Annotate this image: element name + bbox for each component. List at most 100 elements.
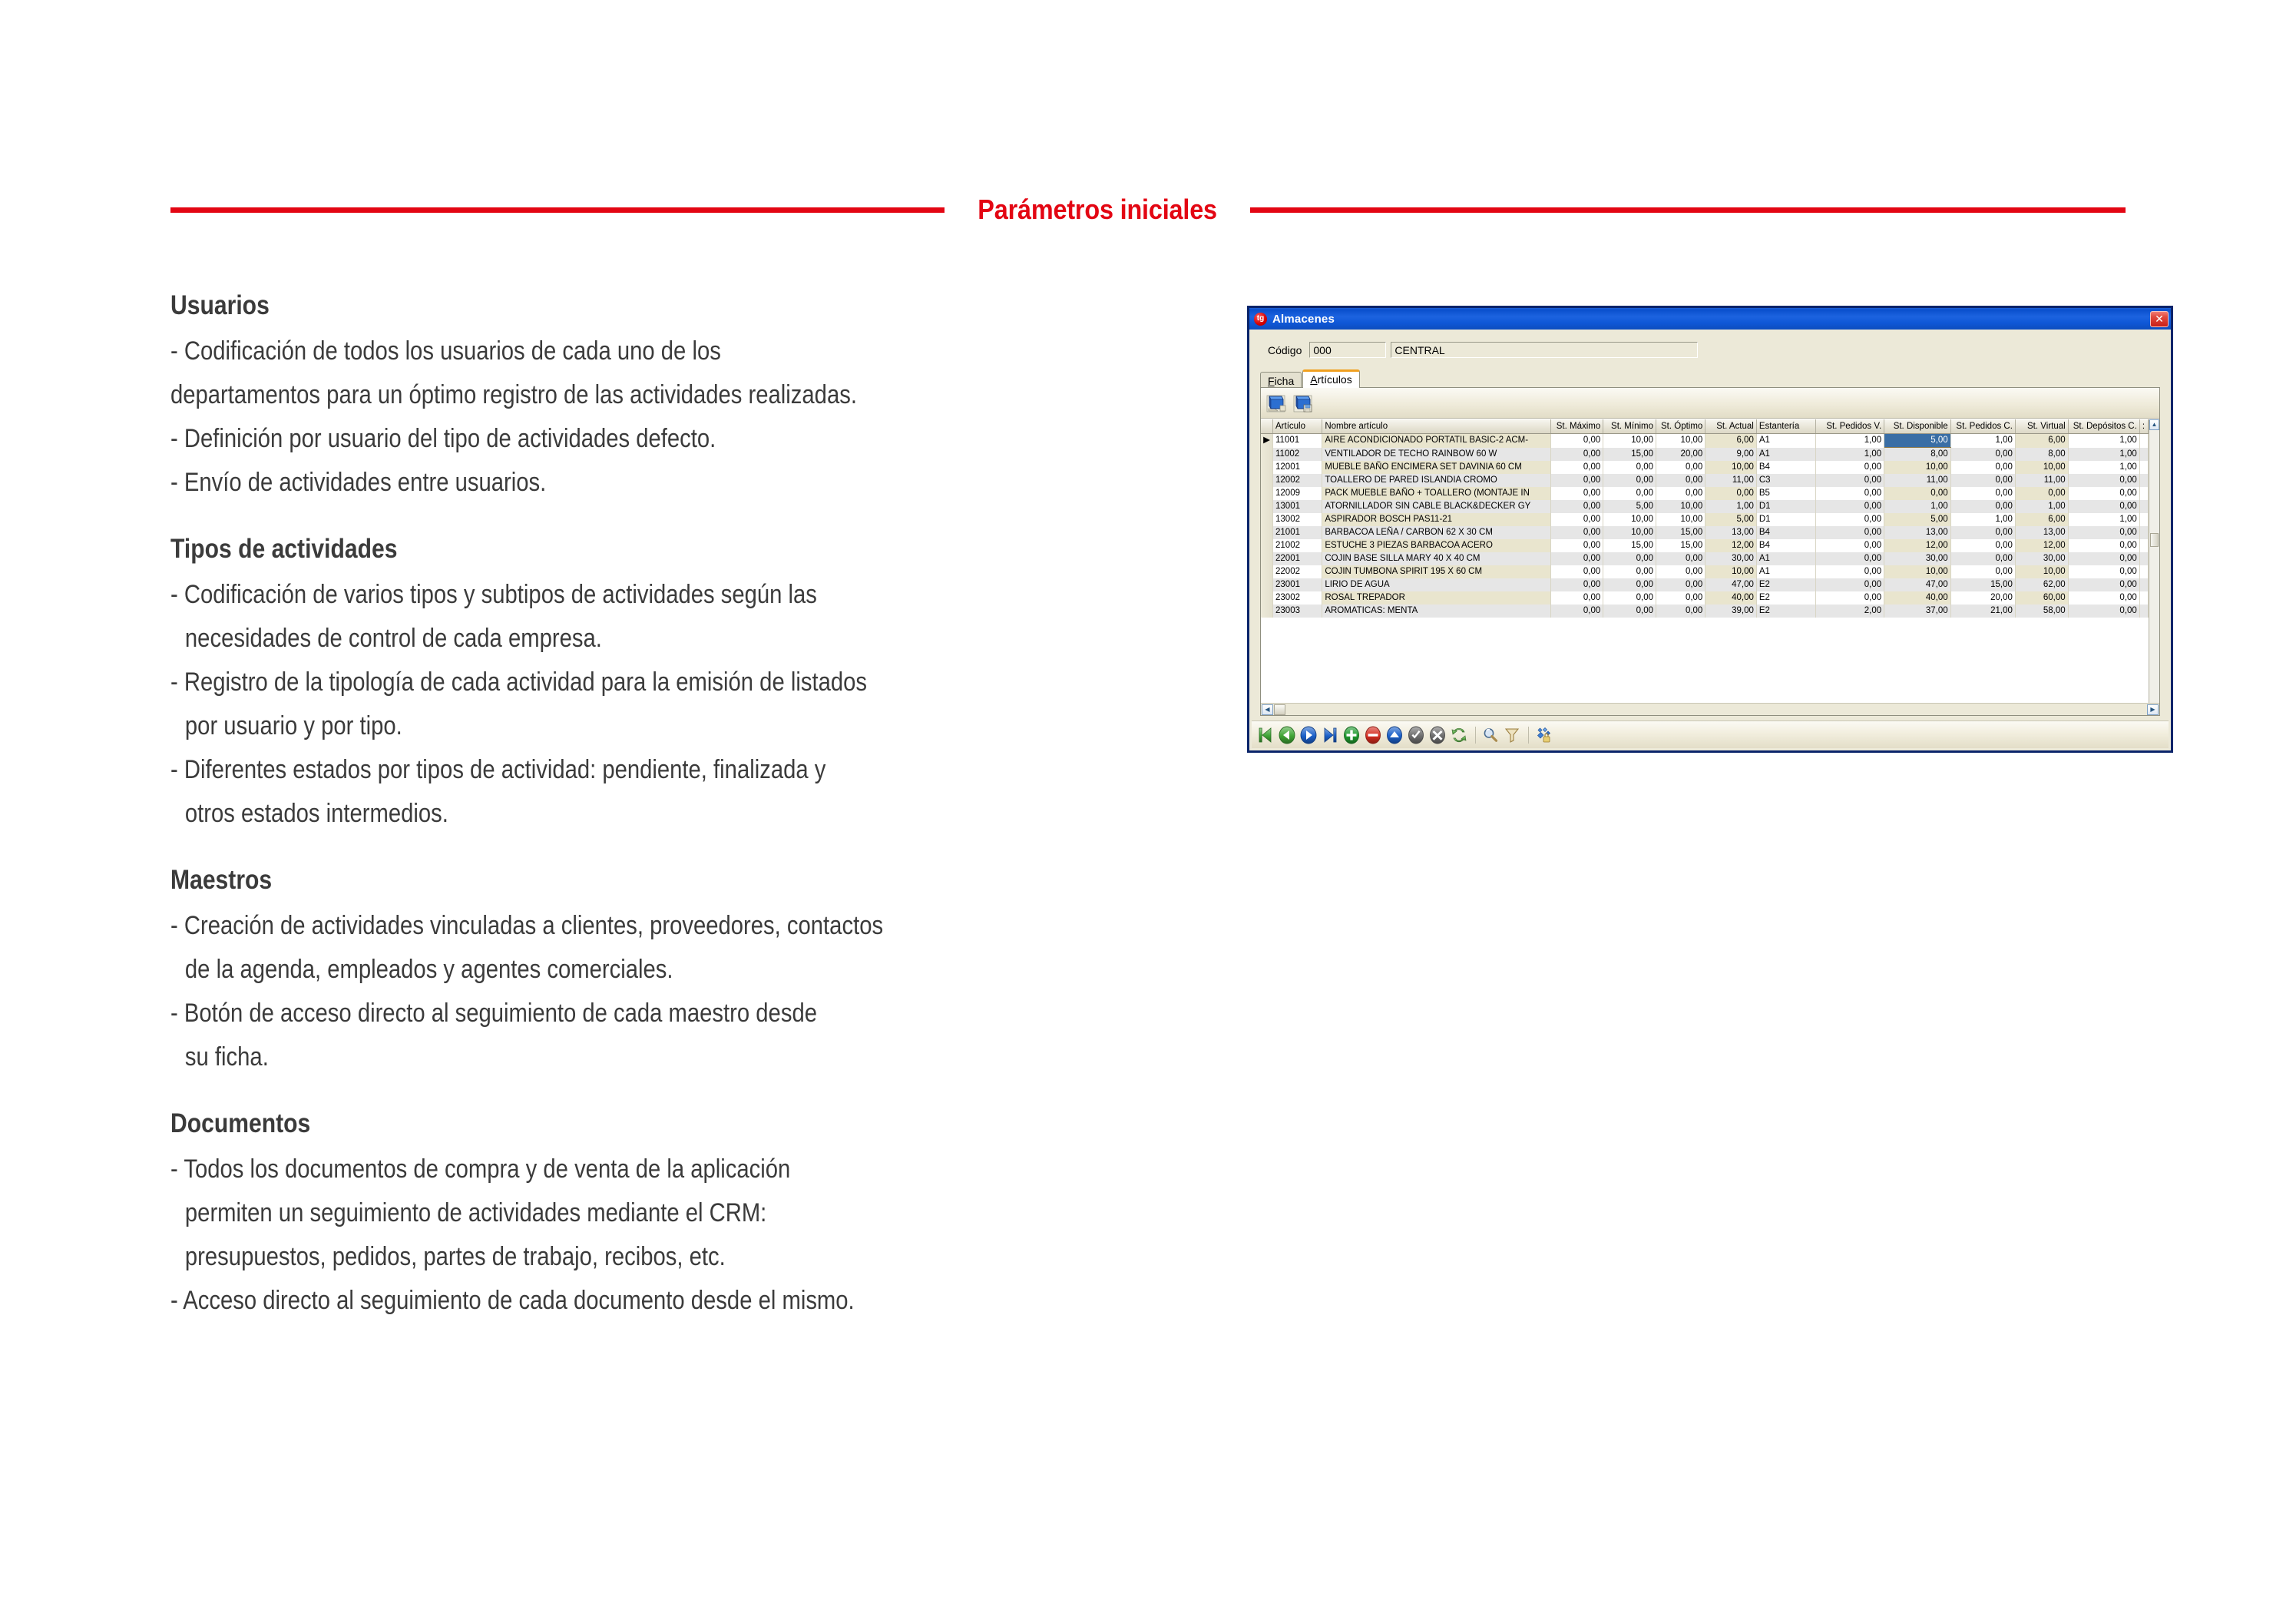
cell-pedc[interactable]: 0,00 (1950, 526, 2016, 539)
table-row[interactable]: 13001 ATORNILLADOR SIN CABLE BLACK&DECKER… (1261, 500, 2149, 513)
cell-min[interactable]: 0,00 (1603, 552, 1657, 565)
cell-est[interactable]: A1 (1756, 565, 1817, 578)
cell-depc[interactable]: 0,00 (2068, 474, 2140, 487)
cell-nom[interactable]: COJIN TUMBONA SPIRIT 195 X 60 CM (1322, 565, 1551, 578)
cell-pedc[interactable]: 20,00 (1950, 591, 2016, 605)
cell-nom[interactable]: BARBACOA LEÑA / CARBON 62 X 30 CM (1322, 526, 1551, 539)
edit-record-icon[interactable] (1385, 726, 1404, 744)
cell-max[interactable]: 0,00 (1550, 433, 1604, 448)
cell-pedc[interactable]: 0,00 (1950, 539, 2016, 552)
filter-icon[interactable] (1503, 726, 1521, 744)
book-save-icon[interactable] (1292, 392, 1315, 415)
cell-pedv[interactable]: 0,00 (1815, 513, 1885, 526)
cell-nom[interactable]: ESTUCHE 3 PIEZAS BARBACOA ACERO (1322, 539, 1551, 552)
cell-disp[interactable]: 37,00 (1884, 605, 1951, 618)
cell-tail[interactable] (2139, 591, 2149, 605)
cell-pedv[interactable]: 0,00 (1815, 578, 1885, 591)
cell-tail[interactable] (2139, 500, 2149, 513)
table-row[interactable]: 11002 VENTILADOR DE TECHO RAINBOW 60 W 0,0… (1261, 447, 2149, 461)
table-row[interactable]: 22001 COJIN BASE SILLA MARY 40 X 40 CM 0,0… (1261, 552, 2149, 565)
cell-min[interactable]: 10,00 (1603, 526, 1657, 539)
cell-nom[interactable]: ROSAL TREPADOR (1322, 591, 1551, 605)
horizontal-scroll-thumb[interactable] (1274, 704, 1285, 715)
cell-pedc[interactable]: 0,00 (1950, 474, 2016, 487)
cell-disp[interactable]: 0,00 (1884, 487, 1951, 500)
cell-virt[interactable]: 10,00 (2015, 461, 2069, 474)
cell-pedc[interactable]: 1,00 (1950, 433, 2016, 448)
cell-nom[interactable]: COJIN BASE SILLA MARY 40 X 40 CM (1322, 552, 1551, 565)
cell-nom[interactable]: ASPIRADOR BOSCH PAS11-21 (1322, 513, 1551, 526)
cell-max[interactable]: 0,00 (1550, 474, 1604, 487)
cell-est[interactable]: E2 (1756, 605, 1817, 618)
articulos-grid[interactable]: Artículo Nombre artículo St. Máximo St. Mín… (1261, 419, 2159, 715)
column-header-est[interactable]: Estantería (1756, 419, 1817, 434)
cell-depc[interactable]: 0,00 (2068, 526, 2140, 539)
book-edit-icon[interactable] (1265, 392, 1288, 415)
cell-depc[interactable]: 0,00 (2068, 539, 2140, 552)
cell-disp[interactable]: 12,00 (1884, 539, 1951, 552)
cell-art[interactable]: 12001 (1272, 461, 1323, 474)
cell-max[interactable]: 0,00 (1550, 591, 1604, 605)
cancel-record-icon[interactable] (1428, 726, 1447, 744)
column-header-opt[interactable]: St. Óptimo (1656, 419, 1706, 434)
cell-est[interactable]: E2 (1756, 578, 1817, 591)
table-row[interactable]: 12001 MUEBLE BAÑO ENCIMERA SET DAVINIA 60… (1261, 461, 2149, 474)
cell-art[interactable]: 13002 (1272, 513, 1323, 526)
cell-opt[interactable]: 10,00 (1656, 433, 1706, 448)
first-record-icon[interactable] (1256, 726, 1275, 744)
cell-pedv[interactable]: 2,00 (1815, 605, 1885, 618)
cell-pedv[interactable]: 0,00 (1815, 565, 1885, 578)
cell-pedc[interactable]: 0,00 (1950, 447, 2016, 461)
cell-min[interactable]: 10,00 (1603, 433, 1657, 448)
cell-disp[interactable]: 47,00 (1884, 578, 1951, 591)
cell-act[interactable]: 9,00 (1705, 447, 1757, 461)
refresh-icon[interactable] (1450, 726, 1468, 744)
cell-min[interactable]: 0,00 (1603, 565, 1657, 578)
cell-est[interactable]: B4 (1756, 539, 1817, 552)
column-header-nom[interactable]: Nombre artículo (1322, 419, 1551, 434)
cell-min[interactable]: 0,00 (1603, 578, 1657, 591)
tab-ficha[interactable]: Ficha (1260, 372, 1302, 387)
cell-est[interactable]: E2 (1756, 591, 1817, 605)
cell-act[interactable]: 0,00 (1705, 487, 1757, 500)
cell-act[interactable]: 10,00 (1705, 565, 1757, 578)
close-icon[interactable]: ✕ (2150, 310, 2169, 327)
cell-pedv[interactable]: 0,00 (1815, 591, 1885, 605)
cell-act[interactable]: 1,00 (1705, 500, 1757, 513)
cell-art[interactable]: 13001 (1272, 500, 1323, 513)
cell-act[interactable]: 6,00 (1705, 433, 1757, 448)
cell-tail[interactable] (2139, 447, 2149, 461)
cell-est[interactable]: C3 (1756, 474, 1817, 487)
cell-min[interactable]: 0,00 (1603, 487, 1657, 500)
cell-tail[interactable] (2139, 487, 2149, 500)
cell-virt[interactable]: 10,00 (2015, 565, 2069, 578)
table-row[interactable]: 21002 ESTUCHE 3 PIEZAS BARBACOA ACERO 0,00… (1261, 539, 2149, 552)
row-marker[interactable] (1261, 461, 1274, 474)
cell-disp[interactable]: 8,00 (1884, 447, 1951, 461)
cell-act[interactable]: 13,00 (1705, 526, 1757, 539)
cell-max[interactable]: 0,00 (1550, 578, 1604, 591)
cell-opt[interactable]: 0,00 (1656, 461, 1706, 474)
cell-depc[interactable]: 0,00 (2068, 565, 2140, 578)
cell-tail[interactable] (2139, 433, 2149, 448)
cell-est[interactable]: D1 (1756, 500, 1817, 513)
cell-opt[interactable]: 10,00 (1656, 500, 1706, 513)
cell-opt[interactable]: 0,00 (1656, 591, 1706, 605)
cell-opt[interactable]: 0,00 (1656, 487, 1706, 500)
cell-act[interactable]: 39,00 (1705, 605, 1757, 618)
cell-nom[interactable]: TOALLERO DE PARED ISLANDIA CROMO (1322, 474, 1551, 487)
cell-virt[interactable]: 1,00 (2015, 500, 2069, 513)
column-header-virt[interactable]: St. Virtual (2015, 419, 2069, 434)
cell-act[interactable]: 30,00 (1705, 552, 1757, 565)
cell-tail[interactable] (2139, 461, 2149, 474)
row-marker[interactable]: ▶ (1261, 433, 1274, 448)
cell-art[interactable]: 22002 (1272, 565, 1323, 578)
scroll-left-icon[interactable]: ◀ (1262, 704, 1273, 715)
confirm-record-icon[interactable] (1407, 726, 1425, 744)
cell-pedc[interactable]: 0,00 (1950, 552, 2016, 565)
cell-tail[interactable] (2139, 526, 2149, 539)
cell-virt[interactable]: 58,00 (2015, 605, 2069, 618)
cell-min[interactable]: 15,00 (1603, 447, 1657, 461)
cell-disp[interactable]: 5,00 (1884, 433, 1951, 448)
row-marker[interactable] (1261, 552, 1274, 565)
